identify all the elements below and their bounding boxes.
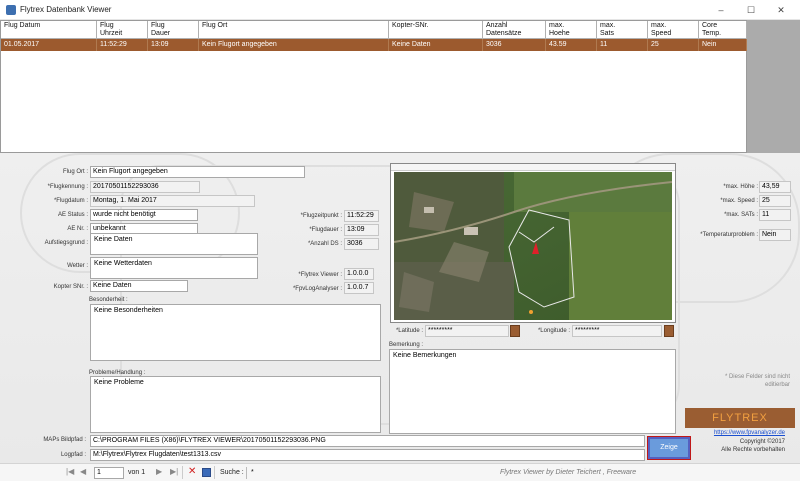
window-title: Flytrex Datenbank Viewer — [20, 5, 112, 14]
row-cell-flug-uhrzeit[interactable]: 11:52:29 — [97, 39, 148, 51]
flugdatum-field: Montag, 1. Mai 2017 — [90, 195, 255, 207]
record-number-input[interactable]: 1 — [94, 467, 124, 479]
flytrex-viewer-label: *Flytrex Viewer : — [298, 272, 342, 278]
temperaturproblem-field: Nein — [759, 229, 791, 241]
maximize-button[interactable]: ☐ — [737, 3, 765, 17]
aufstiegsgrund-label: Aufstiegsgrund : — [44, 240, 88, 246]
max-speed-label: *max. Speed : — [720, 198, 758, 204]
besonderheit-label: Besonderheit : — [89, 297, 128, 303]
column-header-anzahl-datensaetze[interactable]: Anzahl Datensätze — [483, 21, 546, 39]
anzahl-ds-label: *Anzahl DS : — [307, 241, 342, 247]
bemerkung-label: Bemerkung : — [389, 342, 424, 348]
max-sats-label: *max. SATs : — [724, 212, 758, 218]
flytrex-logo: FLYTREX — [685, 408, 795, 428]
kopter-snr-label: Kopter SNr. : — [53, 284, 88, 290]
column-header-flug-uhrzeit[interactable]: Flug Uhrzeit — [97, 21, 148, 39]
row-cell-flug-dauer[interactable]: 13:09 — [148, 39, 199, 51]
flugort-label: Flug Ort : — [62, 169, 88, 175]
longitude-field: ********* — [572, 325, 662, 337]
map-window-titlebar — [391, 164, 675, 171]
column-header-flug-dauer[interactable]: Flug Dauer — [148, 21, 199, 39]
column-header-flug-datum[interactable]: Flug Datum — [1, 21, 97, 39]
flights-grid[interactable]: Flug Datum Flug Uhrzeit Flug Dauer Flug … — [0, 20, 747, 153]
row-cell-kopter-snr[interactable]: Keine Daten — [389, 39, 483, 51]
copyright-text: Copyright ©2017 — [739, 439, 785, 445]
previous-record-icon[interactable]: ◀ — [80, 467, 86, 476]
readonly-hint: * Diese Felder sind nicht editierbar — [724, 374, 790, 388]
max-hoehe-label: *max. Höhe : — [723, 184, 758, 190]
column-header-flug-ort[interactable]: Flug Ort — [199, 21, 389, 39]
close-button[interactable]: ✕ — [767, 3, 795, 17]
record-count-label: von 1 — [128, 469, 146, 476]
flugkennung-label: *Flugkennung : — [47, 184, 88, 190]
anzahl-ds-field: 3036 — [344, 238, 379, 250]
longitude-label: *Longitude : — [537, 328, 570, 334]
last-record-icon[interactable]: ▶| — [170, 467, 178, 476]
row-cell-max-hoehe[interactable]: 43.59 — [546, 39, 597, 51]
aufstiegsgrund-field[interactable]: Keine Daten — [90, 233, 258, 255]
fpv-analyser-field: 1.0.0.7 — [344, 282, 374, 294]
column-header-max-hoehe[interactable]: max. Hoehe — [546, 21, 597, 39]
wetter-label: Wetter : — [67, 263, 88, 269]
website-link[interactable]: https://www.fpvanalyzer.de — [690, 430, 785, 436]
nav-separator — [214, 466, 215, 479]
fpv-analyser-label: *FpvLogAnalyser : — [292, 286, 342, 292]
credit-text: Flytrex Viewer by Dieter Teichert , Free… — [500, 469, 637, 476]
column-header-max-sats[interactable]: max. Sats — [597, 21, 648, 39]
rights-text: Alle Rechte vorbehalten — [721, 447, 785, 453]
max-hoehe-field: 43,59 — [759, 181, 791, 193]
first-record-icon[interactable]: |◀ — [66, 467, 74, 476]
map-window[interactable] — [390, 163, 676, 323]
flugzeitpunkt-field: 11:52:29 — [344, 210, 379, 222]
ae-status-field[interactable]: wurde nicht benötigt — [90, 209, 198, 221]
flugdatum-label: *Flugdatum : — [53, 198, 88, 204]
navigation-bar: |◀ ◀ 1 von 1 ▶ ▶| ✕ Suche : * Flytrex Vi… — [0, 463, 800, 481]
max-sats-field: 11 — [759, 209, 791, 221]
save-icon[interactable] — [202, 468, 211, 477]
app-icon — [6, 5, 16, 15]
wetter-field[interactable]: Keine Wetterdaten — [90, 257, 258, 279]
logpfad-label: Logpfad : — [60, 452, 86, 458]
besonderheit-field[interactable]: Keine Besonderheiten — [90, 304, 381, 361]
row-cell-max-speed[interactable]: 25 — [648, 39, 699, 51]
latitude-label: *Latitude : — [395, 328, 423, 334]
flugort-field[interactable]: Kein Flugort angegeben — [90, 166, 305, 178]
probleme-field[interactable]: Keine Probleme — [90, 376, 381, 433]
flugkennung-field: 20170501152293036 — [90, 181, 200, 193]
bemerkung-field[interactable]: Keine Bemerkungen — [389, 349, 676, 434]
latitude-toggle-button[interactable] — [510, 325, 520, 337]
flugdauer-field: 13:09 — [344, 224, 379, 236]
map-image — [394, 172, 672, 320]
title-bar: Flytrex Datenbank Viewer – ☐ ✕ — [0, 0, 800, 20]
maps-bildpfad-label: MAPs Bildpfad : — [43, 437, 86, 443]
row-cell-max-sats[interactable]: 11 — [597, 39, 648, 51]
minimize-button[interactable]: – — [707, 3, 735, 17]
logpfad-field[interactable]: M:\Flytrex\Flytrex Flugdaten\test1313.cs… — [90, 449, 645, 461]
row-cell-anzahl-datensaetze[interactable]: 3036 — [483, 39, 546, 51]
kopter-snr-field[interactable]: Keine Daten — [90, 280, 188, 292]
row-cell-flug-datum[interactable]: 01.05.2017 — [1, 39, 97, 51]
row-cell-flug-ort[interactable]: Kein Flugort angegeben — [199, 39, 389, 51]
ae-status-label: AE Status : — [57, 212, 88, 218]
temperaturproblem-label: *Temperaturproblem : — [700, 232, 758, 238]
column-header-max-speed[interactable]: max. Speed — [648, 21, 699, 39]
nav-separator — [182, 466, 183, 479]
flugzeitpunkt-label: *Flugzeitpunkt : — [300, 213, 342, 219]
search-input[interactable]: * — [246, 467, 446, 479]
maps-bildpfad-field[interactable]: C:\PROGRAM FILES (X86)\FLYTREX VIEWER\20… — [90, 435, 645, 447]
flugdauer-label: *Flugdauer : — [309, 227, 342, 233]
latitude-field: ********* — [425, 325, 509, 337]
next-record-icon[interactable]: ▶ — [156, 467, 162, 476]
search-label: Suche : — [220, 469, 244, 476]
max-speed-field: 25 — [759, 195, 791, 207]
flytrex-viewer-field: 1.0.0.0 — [344, 268, 374, 280]
grid-empty-area — [747, 20, 800, 153]
longitude-toggle-button[interactable] — [664, 325, 674, 337]
row-cell-core-temp[interactable]: Nein — [699, 39, 747, 51]
column-header-kopter-snr[interactable]: Kopter-SNr. — [389, 21, 483, 39]
ae-nr-label: AE Nr. : — [67, 226, 88, 232]
zeige-button[interactable]: Zeige — [647, 436, 691, 460]
column-header-core-temp[interactable]: Core Temp. — [699, 21, 747, 39]
delete-icon[interactable]: ✕ — [188, 466, 196, 477]
